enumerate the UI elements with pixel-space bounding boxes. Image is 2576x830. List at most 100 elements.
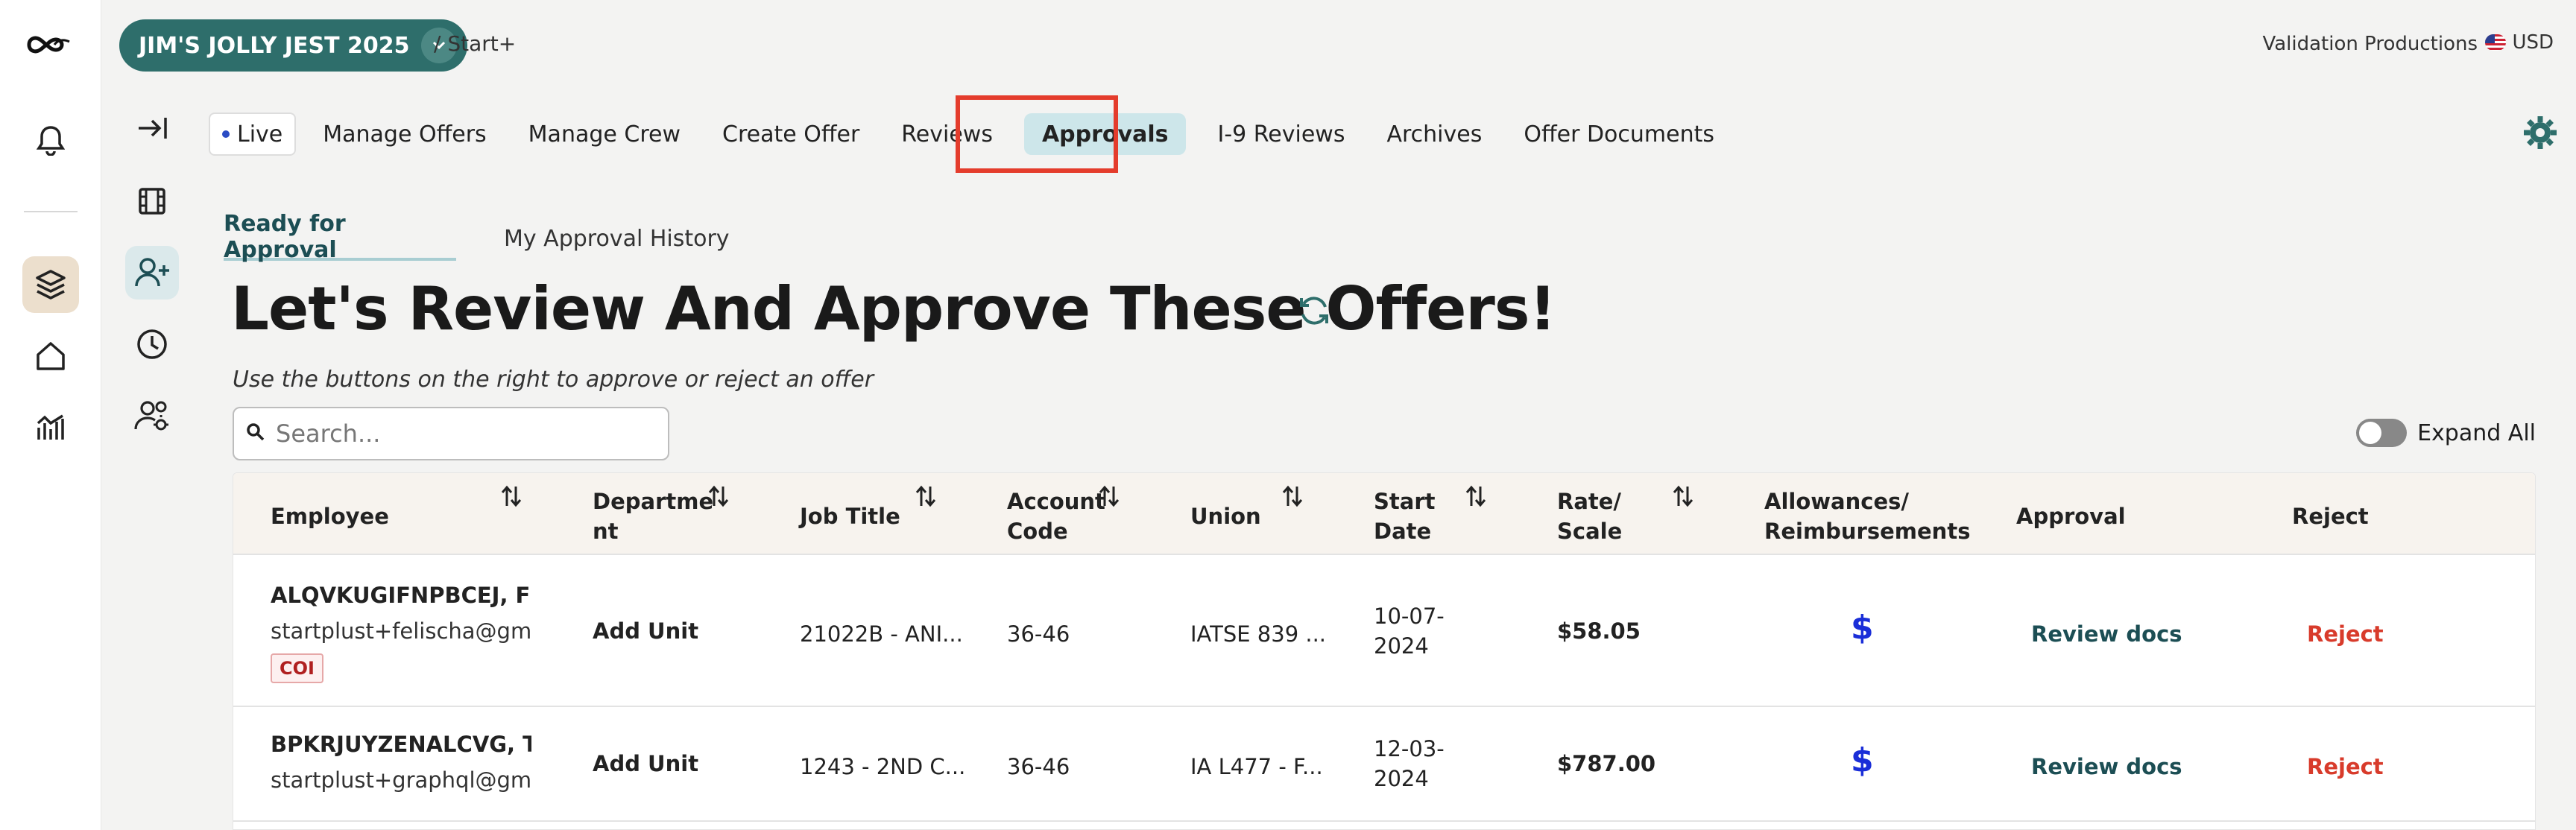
company-name[interactable]: Validation Productions — [2262, 33, 2478, 55]
coi-badge: COI — [271, 653, 323, 683]
start-date-line2: 2024 — [1374, 633, 1429, 659]
app-rail — [0, 0, 101, 830]
nav-reviews[interactable]: Reviews — [880, 113, 1014, 155]
reject-button[interactable]: Reject — [2307, 619, 2384, 649]
col-union[interactable]: Union — [1190, 501, 1261, 531]
expand-all-control[interactable]: Expand All — [2356, 419, 2536, 447]
job-title-cell: 21022B - ANI... — [800, 621, 963, 647]
collapse-sidebar-icon[interactable] — [125, 101, 179, 155]
department-cell: Add Unit — [593, 751, 699, 776]
col-department-line2: nt — [593, 519, 619, 544]
bell-icon[interactable] — [22, 112, 79, 168]
table-header: Employee Departme nt Job Title Account Cod… — [233, 473, 2535, 555]
nav-manage-crew[interactable]: Manage Crew — [508, 113, 701, 155]
union-cell: IATSE 839 ... — [1190, 621, 1325, 647]
gear-icon[interactable] — [2522, 115, 2558, 153]
col-rate-line2: Scale — [1557, 519, 1623, 544]
col-allowances: Allowances/Reimbursements — [1764, 487, 1970, 546]
sort-icon[interactable] — [500, 484, 523, 512]
reject-button[interactable]: Reject — [2307, 752, 2384, 782]
approvals-table: Employee Departme nt Job Title Account Cod… — [233, 472, 2536, 830]
start-date-line1: 12-03- — [1374, 736, 1445, 761]
expand-all-toggle[interactable] — [2356, 419, 2408, 447]
sort-icon[interactable] — [1281, 484, 1304, 512]
col-employee[interactable]: Employee — [271, 501, 389, 531]
clock-icon[interactable] — [125, 317, 179, 371]
col-approval: Approval — [2016, 504, 2126, 529]
col-start-line1: Start — [1374, 489, 1436, 514]
live-label: Live — [237, 121, 283, 148]
breadcrumb[interactable]: / Start+ — [434, 31, 516, 56]
live-dot-icon — [222, 130, 230, 138]
nav-offer-documents[interactable]: Offer Documents — [1503, 113, 1735, 155]
col-start-date[interactable]: Start Date — [1374, 487, 1435, 546]
us-flag-icon — [2485, 34, 2507, 51]
team-settings-icon[interactable] — [125, 389, 179, 443]
start-date-cell: 12-03- 2024 — [1374, 734, 1445, 793]
search-box[interactable] — [233, 407, 669, 460]
sort-icon[interactable] — [1465, 484, 1487, 512]
tab-ready-for-approval[interactable]: Ready for Approval — [224, 211, 456, 263]
rate-cell: $787.00 — [1557, 751, 1656, 776]
col-rate-line1: Rate/ — [1557, 489, 1622, 514]
col-account-line1: Account — [1007, 489, 1105, 514]
expand-all-label: Expand All — [2417, 419, 2536, 446]
table-row[interactable]: BPKRJUYZENALCVG, TI... startplust+graphq… — [233, 707, 2535, 822]
sort-icon[interactable] — [1672, 484, 1694, 512]
sort-icon[interactable] — [707, 484, 730, 512]
col-department[interactable]: Departme nt — [593, 487, 713, 546]
col-account-line2: Code — [1007, 519, 1068, 544]
dollar-icon[interactable]: $ — [1851, 607, 1874, 649]
currency-label: USD — [2512, 31, 2554, 54]
col-rate-scale[interactable]: Rate/Scale — [1557, 487, 1622, 546]
nav-i9-reviews[interactable]: I-9 Reviews — [1196, 113, 1366, 155]
analytics-icon[interactable] — [22, 399, 79, 456]
col-department-line1: Departme — [593, 489, 714, 514]
table-row[interactable]: ALQVKUGIFNPBCEJ, FE... startplust+felisc… — [233, 555, 2535, 707]
project-selector[interactable]: JIM'S JOLLY JEST 2025 — [119, 19, 468, 72]
col-account-code[interactable]: Account Code — [1007, 487, 1105, 546]
project-name: JIM'S JOLLY JEST 2025 — [139, 32, 410, 59]
nav-create-offer[interactable]: Create Offer — [701, 113, 880, 155]
start-date-cell: 10-07- 2024 — [1374, 601, 1445, 661]
app-logo-icon[interactable] — [22, 16, 79, 73]
home-icon[interactable] — [22, 328, 79, 384]
tab-approval-history[interactable]: My Approval History — [504, 216, 730, 261]
nav-approvals[interactable]: Approvals — [1023, 113, 1187, 155]
sort-icon[interactable] — [915, 484, 937, 512]
sort-icon[interactable] — [1098, 484, 1120, 512]
layers-icon[interactable] — [22, 256, 79, 313]
page-title: Let's Review And Approve These Offers! — [231, 274, 1556, 343]
review-docs-button[interactable]: Review docs — [2031, 752, 2182, 782]
account-code-cell: 36-46 — [1007, 621, 1070, 647]
search-icon — [246, 422, 265, 445]
nav-manage-offers[interactable]: Manage Offers — [302, 113, 507, 155]
employee-name[interactable]: BPKRJUYZENALCVG, TI... — [271, 729, 531, 759]
col-job-title[interactable]: Job Title — [800, 501, 900, 531]
account-code-cell: 36-46 — [1007, 754, 1070, 779]
union-cell: IA L477 - F... — [1190, 754, 1323, 779]
refresh-icon[interactable] — [1297, 294, 1331, 331]
job-title-cell: 1243 - 2ND C... — [800, 754, 964, 779]
start-date-line2: 2024 — [1374, 766, 1429, 791]
rail-divider — [24, 211, 78, 212]
search-input[interactable] — [276, 419, 648, 448]
dollar-icon[interactable]: $ — [1851, 740, 1874, 782]
review-docs-button[interactable]: Review docs — [2031, 619, 2182, 649]
col-allow-line2: Reimbursements — [1764, 519, 1971, 544]
nav-archives[interactable]: Archives — [1366, 113, 1503, 155]
employee-name[interactable]: ALQVKUGIFNPBCEJ, FE... — [271, 580, 531, 610]
live-indicator[interactable]: Live — [209, 113, 297, 156]
start-date-line1: 10-07- — [1374, 604, 1445, 629]
col-allow-line1: Allowances/ — [1764, 489, 1909, 514]
col-start-line2: Date — [1374, 519, 1432, 544]
film-icon[interactable] — [125, 174, 179, 228]
top-nav: Live Manage Offers Manage Crew Create Of… — [209, 110, 1735, 158]
employee-email: startplust+graphql@gm... — [271, 767, 531, 793]
page-hint: Use the buttons on the right to approve … — [233, 367, 874, 393]
col-reject: Reject — [2292, 504, 2369, 529]
department-cell: Add Unit — [593, 618, 699, 644]
rate-cell: $58.05 — [1557, 618, 1641, 644]
currency-selector[interactable]: USD — [2485, 31, 2554, 54]
add-person-icon[interactable] — [125, 246, 179, 300]
